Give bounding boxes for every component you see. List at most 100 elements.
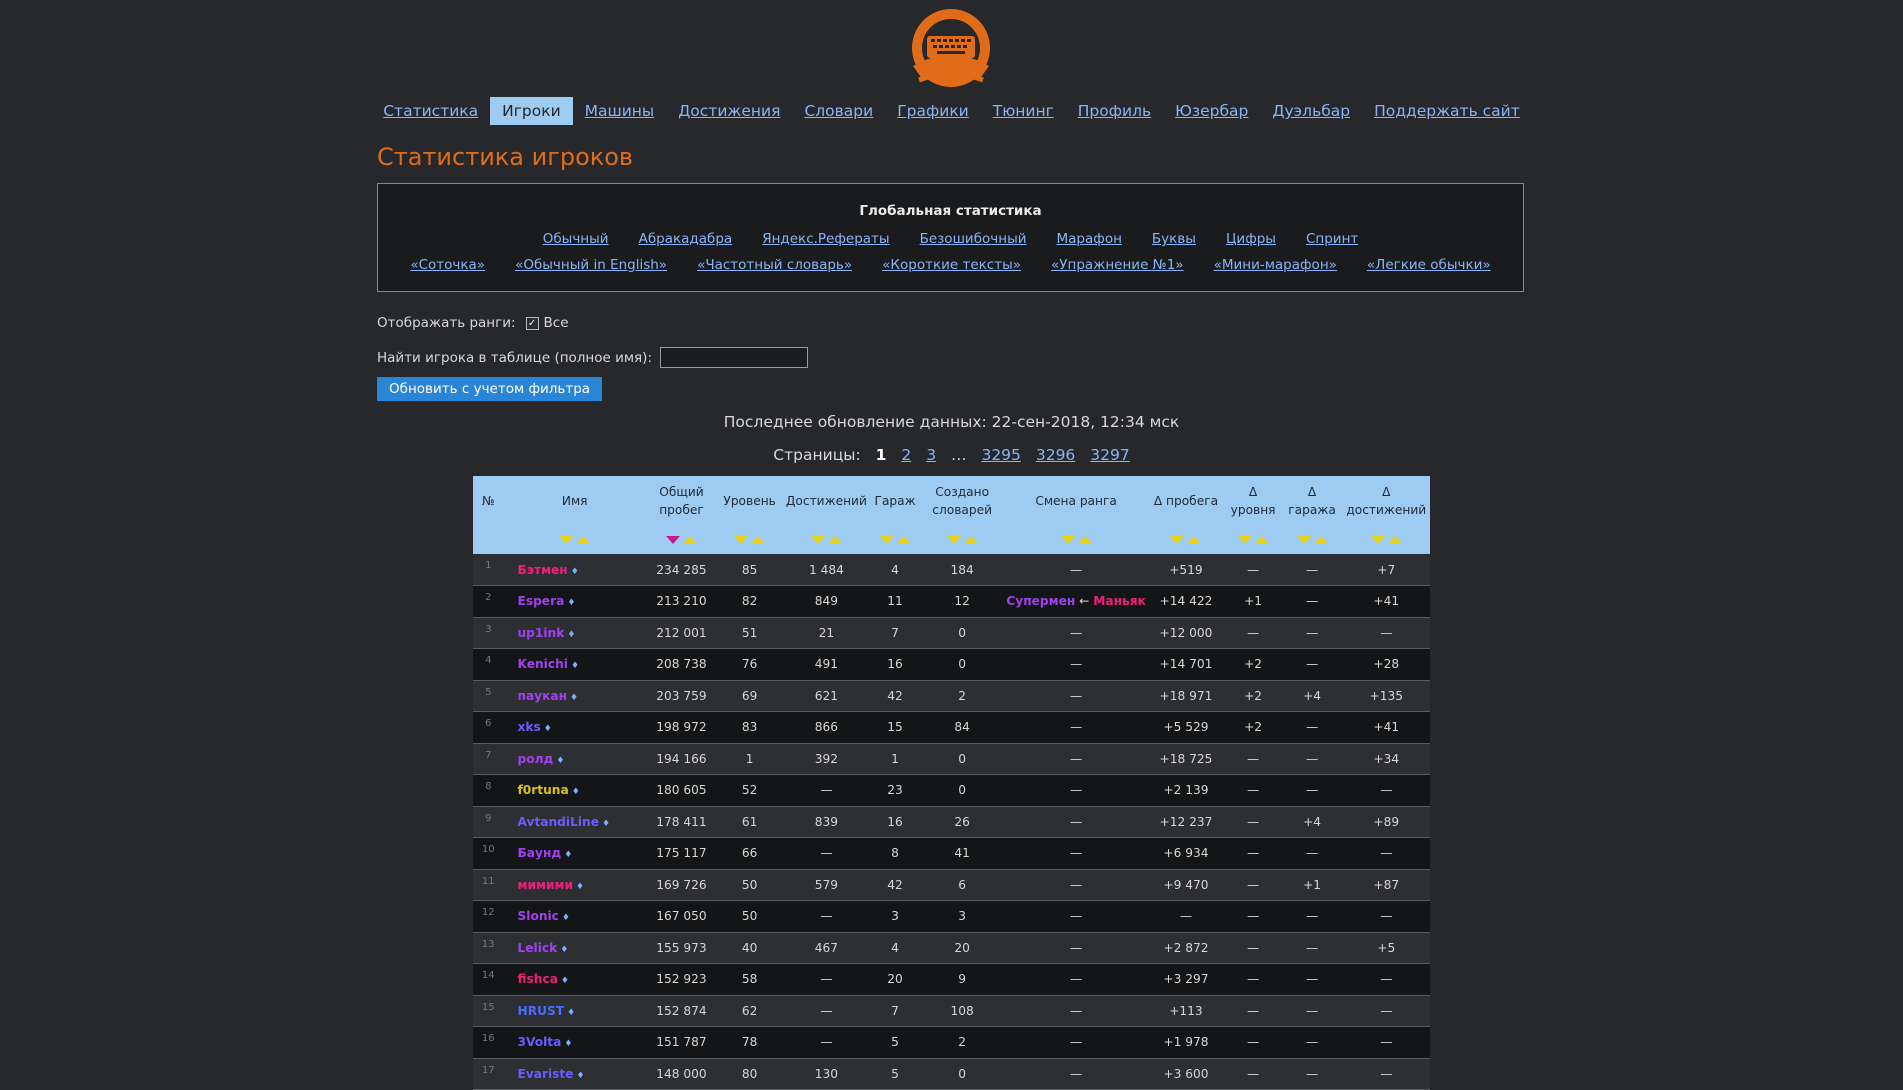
player-name-link[interactable]: up1ink <box>518 626 565 640</box>
nav-item[interactable]: Достижения <box>666 97 792 125</box>
player-info-icon[interactable]: ♦ <box>572 787 580 797</box>
sort-desc-icon[interactable] <box>946 536 961 544</box>
player-info-icon[interactable]: ♦ <box>564 1039 572 1049</box>
cell-mileage: 198 972 <box>645 711 718 744</box>
player-info-icon[interactable]: ♦ <box>577 1071 585 1081</box>
player-name-link[interactable]: паукан <box>518 689 568 703</box>
mode-link[interactable]: «Обычный in English» <box>515 257 667 273</box>
player-name-link[interactable]: Espera <box>518 594 565 608</box>
mode-link[interactable]: Абракадабра <box>639 231 733 247</box>
page-link[interactable]: 3 <box>926 446 936 464</box>
mode-link[interactable]: «Короткие тексты» <box>882 257 1021 273</box>
nav-item[interactable]: Тюнинг <box>981 97 1066 125</box>
player-info-icon[interactable]: ♦ <box>562 913 570 923</box>
mode-link[interactable]: «Упражнение №1» <box>1051 257 1184 273</box>
player-name-link[interactable]: Kenichi <box>518 657 568 671</box>
player-name-link[interactable]: AvtandiLine <box>518 815 599 829</box>
player-name-link[interactable]: HRUST <box>518 1004 565 1018</box>
sort-desc-icon[interactable] <box>1170 536 1185 544</box>
mode-link[interactable]: «Мини-марафон» <box>1214 257 1337 273</box>
player-info-icon[interactable]: ♦ <box>567 630 575 640</box>
cell-dicts: 6 <box>919 869 1005 901</box>
player-info-icon[interactable]: ♦ <box>544 724 552 734</box>
player-name-link[interactable]: ролд <box>518 752 554 766</box>
sort-desc-icon[interactable] <box>665 536 680 544</box>
sort-asc-icon[interactable] <box>576 536 591 544</box>
sort-desc-icon[interactable] <box>810 536 825 544</box>
mode-link[interactable]: Спринт <box>1306 231 1358 247</box>
mode-link[interactable]: Обычный <box>543 231 609 247</box>
sort-desc-icon[interactable] <box>1060 536 1075 544</box>
mode-link[interactable]: Буквы <box>1152 231 1196 247</box>
row-number: 11 <box>473 869 504 901</box>
nav-item[interactable]: Профиль <box>1066 97 1163 125</box>
sort-asc-icon[interactable] <box>682 536 697 544</box>
mode-link[interactable]: Яндекс.Рефераты <box>762 231 889 247</box>
player-info-icon[interactable]: ♦ <box>602 819 610 829</box>
player-info-icon[interactable]: ♦ <box>567 1008 575 1018</box>
player-info-icon[interactable]: ♦ <box>570 693 578 703</box>
cell-level: 76 <box>717 648 783 681</box>
mode-link[interactable]: «Частотный словарь» <box>697 257 852 273</box>
player-name-link[interactable]: xks <box>518 720 541 734</box>
sort-asc-icon[interactable] <box>751 536 766 544</box>
sort-asc-icon[interactable] <box>1254 536 1269 544</box>
cell-ach: 392 <box>782 743 871 775</box>
mode-link[interactable]: «Легкие обычки» <box>1367 257 1491 273</box>
cell-d-ach: +87 <box>1342 869 1430 901</box>
player-name-link[interactable]: Evariste <box>518 1067 574 1081</box>
player-info-icon[interactable]: ♦ <box>567 598 575 608</box>
sort-asc-icon[interactable] <box>1387 536 1402 544</box>
mode-link[interactable]: Безошибочный <box>920 231 1027 247</box>
nav-item[interactable]: Игроки <box>490 97 573 125</box>
nav-item[interactable]: Графики <box>885 97 981 125</box>
player-name-link[interactable]: Бэтмен <box>518 563 568 577</box>
page-link[interactable]: 3297 <box>1090 446 1129 464</box>
nav-item[interactable]: Машины <box>573 97 667 125</box>
mode-link[interactable]: Марафон <box>1057 231 1122 247</box>
sort-asc-icon[interactable] <box>1313 536 1328 544</box>
sort-asc-icon[interactable] <box>963 536 978 544</box>
cell-level: 69 <box>717 680 783 712</box>
nav-item[interactable]: Юзербар <box>1163 97 1260 125</box>
mode-link[interactable]: «Соточка» <box>410 257 485 273</box>
sort-desc-icon[interactable] <box>734 536 749 544</box>
sort-asc-icon[interactable] <box>1077 536 1092 544</box>
player-name-link[interactable]: Баунд <box>518 846 562 860</box>
player-info-icon[interactable]: ♦ <box>571 567 579 577</box>
nav-item[interactable]: Словари <box>792 97 885 125</box>
all-ranks-checkbox[interactable]: ✓ <box>525 316 539 330</box>
player-name-link[interactable]: мимими <box>518 878 574 892</box>
sort-asc-icon[interactable] <box>1187 536 1202 544</box>
sort-desc-icon[interactable] <box>559 536 574 544</box>
sort-desc-icon[interactable] <box>1296 536 1311 544</box>
player-info-icon[interactable]: ♦ <box>564 850 572 860</box>
page-link[interactable]: 3295 <box>981 446 1020 464</box>
player-info-icon[interactable]: ♦ <box>576 882 584 892</box>
player-name-link[interactable]: Lelick <box>518 941 558 955</box>
nav-item[interactable]: Дуэльбар <box>1260 97 1362 125</box>
nav-item[interactable]: Поддержать сайт <box>1362 97 1532 125</box>
nav-item[interactable]: Статистика <box>371 97 490 125</box>
mode-link[interactable]: Цифры <box>1226 231 1276 247</box>
sort-desc-icon[interactable] <box>1370 536 1385 544</box>
sort-desc-icon[interactable] <box>1237 536 1252 544</box>
sort-asc-icon[interactable] <box>896 536 911 544</box>
row-number: 7 <box>473 743 504 775</box>
player-name-link[interactable]: Slonic <box>518 909 559 923</box>
player-info-icon[interactable]: ♦ <box>571 661 579 671</box>
sort-desc-icon[interactable] <box>879 536 894 544</box>
update-filter-button[interactable]: Обновить с учетом фильтра <box>377 377 603 401</box>
player-name-link[interactable]: fishca <box>518 972 558 986</box>
sort-asc-icon[interactable] <box>827 536 842 544</box>
page-link[interactable]: 2 <box>901 446 911 464</box>
player-info-icon[interactable]: ♦ <box>560 945 568 955</box>
player-name-link[interactable]: 3Volta <box>518 1035 562 1049</box>
page-link[interactable]: 3296 <box>1036 446 1075 464</box>
find-player-input[interactable] <box>660 347 808 368</box>
cell-dicts: 26 <box>919 806 1005 838</box>
player-name-link[interactable]: f0rtuna <box>518 783 569 797</box>
player-info-icon[interactable]: ♦ <box>561 976 569 986</box>
player-info-icon[interactable]: ♦ <box>556 756 564 766</box>
site-logo[interactable] <box>899 8 1003 92</box>
